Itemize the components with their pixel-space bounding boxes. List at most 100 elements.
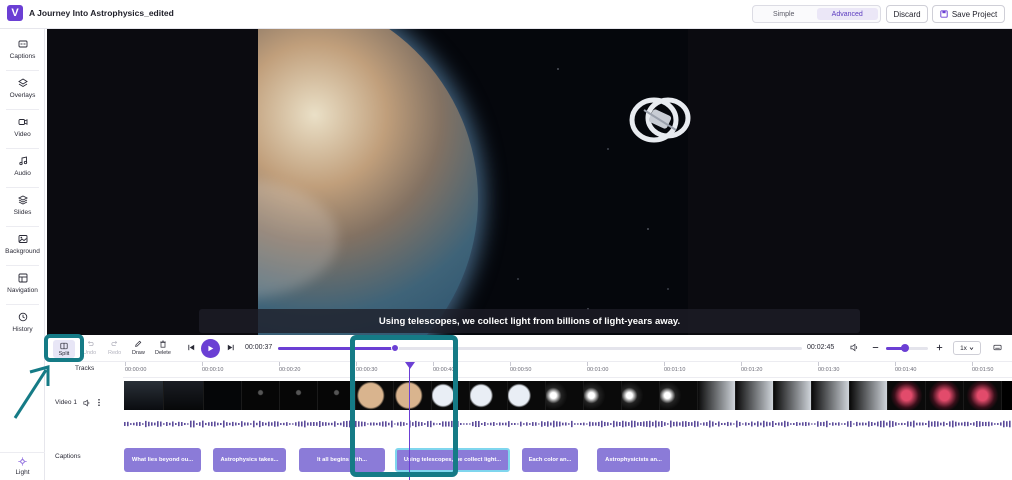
waveform-bar <box>526 422 528 426</box>
waveform-bar <box>796 422 798 426</box>
waveform-bar <box>277 421 279 427</box>
annotation-highlight-split <box>44 334 84 362</box>
waveform-bar <box>997 423 999 425</box>
project-title: A Journey Into Astrophysics_edited <box>29 8 174 18</box>
waveform-bar <box>142 423 144 425</box>
save-project-button[interactable]: Save Project <box>932 5 1005 23</box>
time-ruler[interactable]: 00:00:00 00:00:10 00:00:20 00:00:30 00:00:40… <box>123 362 1012 378</box>
waveform-bar <box>697 421 699 427</box>
caption-clip[interactable]: Astrophysicists an... <box>597 448 670 472</box>
mode-simple[interactable]: Simple <box>753 6 815 22</box>
waveform-bar <box>151 422 153 426</box>
sidebar-item-video[interactable]: Video <box>0 113 45 147</box>
undo-button[interactable]: Undo <box>83 340 96 356</box>
waveform-bar <box>268 421 270 427</box>
waveform-bar <box>283 422 285 426</box>
more-options-icon[interactable] <box>97 398 101 407</box>
audio-waveform[interactable] <box>124 416 1012 432</box>
waveform-bar <box>286 422 288 426</box>
waveform-bar <box>886 422 888 426</box>
zoom-slider[interactable] <box>886 344 928 352</box>
waveform-bar <box>688 421 690 427</box>
play-button[interactable] <box>201 339 220 358</box>
waveform-bar <box>166 422 168 426</box>
waveform-bar <box>808 422 810 426</box>
speed-select[interactable]: 1x <box>953 341 981 355</box>
caption-clip[interactable]: What lies beyond ou... <box>124 448 201 472</box>
waveform-bar <box>208 422 210 426</box>
ruler-tick-label: 00:01:40 <box>895 367 917 373</box>
waveform-bar <box>988 421 990 427</box>
ruler-tick <box>818 362 819 366</box>
waveform-bar <box>928 420 930 428</box>
skip-back-icon[interactable] <box>187 343 196 352</box>
waveform-bar <box>232 421 234 427</box>
waveform-bar <box>1006 421 1008 427</box>
video-preview[interactable]: Using telescopes, we collect light from … <box>47 29 1012 335</box>
pencil-icon <box>135 340 142 347</box>
sidebar-item-audio[interactable]: Audio <box>0 152 45 186</box>
discard-button[interactable]: Discard <box>886 5 928 23</box>
waveform-bar <box>775 422 777 426</box>
waveform-bar <box>256 422 258 426</box>
sidebar-item-label: Background <box>5 248 40 255</box>
waveform-bar <box>781 422 783 426</box>
keyboard-icon[interactable] <box>993 343 1002 352</box>
waveform-bar <box>1000 422 1002 426</box>
waveform-bar <box>820 422 822 426</box>
ruler-tick <box>587 362 588 366</box>
waveform-bar <box>679 422 681 426</box>
waveform-bar <box>700 423 702 425</box>
video-frame <box>258 29 688 335</box>
waveform-bar <box>664 422 666 426</box>
waveform-bar <box>463 423 465 425</box>
volume-icon[interactable] <box>83 399 91 407</box>
mode-advanced[interactable]: Advanced <box>816 8 878 20</box>
waveform-bar <box>295 422 297 426</box>
zoom-out-icon[interactable] <box>871 343 880 352</box>
delete-button[interactable]: Delete <box>155 340 171 356</box>
app-logo[interactable]: V <box>7 5 23 21</box>
waveform-bar <box>574 423 576 425</box>
sidebar-item-light[interactable]: Light <box>0 452 45 480</box>
waveform-bar <box>730 422 732 426</box>
waveform-bar <box>253 420 255 428</box>
waveform-bar <box>547 421 549 427</box>
waveform-bar <box>961 422 963 426</box>
sidebar-item-history[interactable]: History <box>0 308 45 342</box>
waveform-bar <box>529 423 531 425</box>
waveform-bar <box>949 421 951 427</box>
waveform-bar <box>952 420 954 428</box>
caption-clip[interactable]: Astrophysics takes... <box>213 448 286 472</box>
redo-button[interactable]: Redo <box>108 340 121 356</box>
waveform-bar <box>262 422 264 426</box>
sidebar-item-background[interactable]: Background <box>0 230 45 264</box>
sidebar-item-slides[interactable]: Slides <box>0 191 45 225</box>
waveform-bar <box>757 421 759 427</box>
waveform-bar <box>550 422 552 426</box>
ruler-tick-label: 00:00:50 <box>510 367 532 373</box>
zoom-in-icon[interactable] <box>935 343 944 352</box>
caption-clip[interactable]: Each color an... <box>522 448 578 472</box>
skip-forward-icon[interactable] <box>226 343 235 352</box>
save-icon <box>940 10 948 18</box>
draw-button[interactable]: Draw <box>132 340 145 356</box>
waveform-bar <box>496 423 498 425</box>
volume-icon[interactable] <box>850 343 859 352</box>
sidebar-item-overlays[interactable]: Overlays <box>0 74 45 108</box>
waveform-bar <box>139 421 141 427</box>
waveform-bar <box>979 421 981 427</box>
waveform-bar <box>565 422 567 426</box>
waveform-bar <box>784 420 786 428</box>
waveform-bar <box>874 422 876 426</box>
waveform-bar <box>925 423 927 425</box>
sidebar-item-navigation[interactable]: Navigation <box>0 269 45 303</box>
waveform-bar <box>847 421 849 427</box>
ruler-tick-label: 00:01:10 <box>664 367 686 373</box>
zoom-knob[interactable] <box>900 344 909 352</box>
video-track-clip[interactable] <box>124 381 1012 410</box>
sidebar-item-captions[interactable]: Captions <box>0 35 45 69</box>
waveform-bar <box>907 421 909 427</box>
waveform-bar <box>307 422 309 426</box>
waveform-bar <box>235 422 237 426</box>
